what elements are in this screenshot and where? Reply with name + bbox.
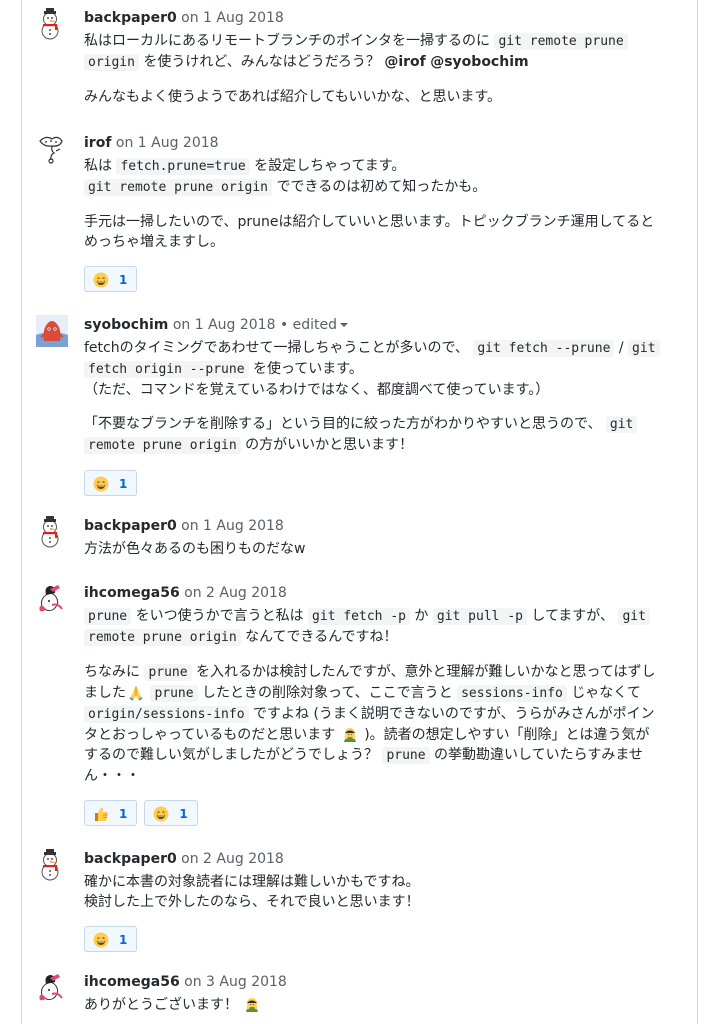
reaction-thumbs-up[interactable]: 1 bbox=[84, 800, 138, 826]
comment-author[interactable]: ihcomega56 bbox=[84, 585, 180, 601]
comment-header: ihcomega56 on 2 Aug 2018 bbox=[84, 583, 686, 603]
thumbs-up-emoji-icon bbox=[93, 806, 109, 822]
inline-code: git fetch -p bbox=[308, 608, 410, 625]
bowing-emoji-icon bbox=[342, 727, 358, 743]
comment-header: backpaper0 on 2 Aug 2018 bbox=[84, 849, 686, 869]
comment-header: backpaper0 on 1 Aug 2018 bbox=[84, 516, 686, 536]
comment-author[interactable]: backpaper0 bbox=[84, 851, 177, 867]
avatar-ihcomega56[interactable] bbox=[36, 583, 68, 615]
comment-paragraph: 手元は一掃したいので、pruneは紹介していいと思います。トピックブランチ運用し… bbox=[84, 214, 655, 250]
inline-code: remote prune origin bbox=[84, 437, 241, 454]
comment-5: ihcomega56 on 2 Aug 2018 prune をいつ使うかで言う… bbox=[36, 583, 686, 828]
comment-2: irof on 1 Aug 2018 私は fetch.prune=true を… bbox=[36, 133, 686, 294]
pray-emoji-icon bbox=[128, 685, 144, 701]
comment-paragraph: 方法が色々あるのも困りものだなw bbox=[84, 541, 306, 557]
comment-author[interactable]: irof bbox=[84, 135, 111, 151]
inline-code: origin/sessions-info bbox=[84, 706, 249, 723]
inline-code: prune bbox=[382, 747, 430, 764]
avatar-backpaper0[interactable] bbox=[36, 849, 68, 881]
comment-date[interactable]: on 1 Aug 2018 bbox=[181, 10, 284, 26]
inline-code: sessions-info bbox=[457, 685, 567, 702]
comment-date[interactable]: on 2 Aug 2018 bbox=[184, 585, 287, 601]
inline-code: git bbox=[628, 340, 660, 357]
reaction-count: 1 bbox=[119, 477, 128, 491]
reactions-bar: 1 bbox=[84, 266, 686, 294]
laugh-emoji-icon bbox=[93, 932, 109, 948]
comment-header: irof on 1 Aug 2018 bbox=[84, 133, 686, 153]
reaction-count: 1 bbox=[179, 807, 188, 821]
reaction-laugh[interactable]: 1 bbox=[84, 926, 138, 952]
comment-paragraph: prune をいつ使うかで言うと私は git fetch -p か git pu… bbox=[84, 606, 686, 648]
reaction-count: 1 bbox=[119, 807, 128, 821]
inline-code: git remote prune origin bbox=[84, 179, 273, 196]
edited-dropdown[interactable]: • edited bbox=[280, 317, 349, 333]
avatar-irof[interactable] bbox=[36, 133, 68, 165]
bowing-emoji-icon bbox=[244, 997, 260, 1013]
inline-code: git bbox=[605, 416, 638, 433]
laugh-emoji-icon bbox=[93, 272, 109, 288]
timeline-border-right bbox=[697, 0, 698, 1024]
comment-paragraph: ちなみに prune を入れるかは検討したんですが、意外と理解が難しいかなと思っ… bbox=[84, 664, 656, 784]
comment-date[interactable]: on 2 Aug 2018 bbox=[181, 851, 284, 867]
reaction-count: 1 bbox=[119, 273, 128, 287]
inline-code: git bbox=[618, 608, 650, 625]
comment-paragraph: ありがとうございます！ bbox=[84, 995, 686, 1015]
mention-syobochim[interactable]: @syobochim bbox=[430, 54, 528, 70]
comment-paragraph: fetchのタイミングであわせて一掃しちゃうことが多いので、 git fetch… bbox=[84, 338, 686, 400]
comment-3: syobochim on 1 Aug 2018 • edited fetchのタ… bbox=[36, 315, 686, 498]
comment-4: backpaper0 on 1 Aug 2018 方法が色々あるのも困りものだな… bbox=[36, 516, 686, 559]
comment-date[interactable]: on 1 Aug 2018 bbox=[116, 135, 219, 151]
comment-author[interactable]: syobochim bbox=[84, 317, 168, 333]
inline-code: prune bbox=[144, 664, 192, 681]
inline-code: origin bbox=[84, 54, 139, 71]
avatar-backpaper0[interactable] bbox=[36, 516, 68, 548]
timeline-border-left bbox=[21, 0, 22, 1024]
comment-paragraph: 私は fetch.prune=true を設定しちゃってます。 git remo… bbox=[84, 158, 487, 196]
comment-paragraph: 確かに本書の対象読者には理解は難しいかもですね。 検討した上で外したのなら、それ… bbox=[84, 874, 420, 910]
inline-code: remote prune origin bbox=[84, 629, 241, 646]
comment-6: backpaper0 on 2 Aug 2018 確かに本書の対象読者には理解は… bbox=[36, 849, 686, 954]
inline-code: git remote prune bbox=[494, 33, 628, 50]
comment-header: backpaper0 on 1 Aug 2018 bbox=[84, 8, 686, 28]
inline-code: git fetch --prune bbox=[473, 340, 615, 357]
reactions-bar: 1 1 bbox=[84, 800, 686, 828]
comment-author[interactable]: backpaper0 bbox=[84, 10, 177, 26]
reaction-laugh[interactable]: 1 bbox=[84, 470, 138, 496]
mention-irof[interactable]: @irof bbox=[384, 54, 425, 70]
comment-7: ihcomega56 on 3 Aug 2018 ありがとうございます！ bbox=[36, 972, 686, 1015]
reactions-bar: 1 bbox=[84, 470, 686, 498]
comment-author[interactable]: backpaper0 bbox=[84, 518, 177, 534]
avatar-backpaper0[interactable] bbox=[36, 8, 68, 40]
laugh-emoji-icon bbox=[93, 476, 109, 492]
comment-paragraph: 「不要なブランチを削除する」という目的に絞った方がわかりやすいと思うので、 gi… bbox=[84, 414, 686, 456]
comment-paragraph: みんなもよく使うようであれば紹介してもいいかな、と思います。 bbox=[84, 89, 502, 105]
comment-date[interactable]: on 1 Aug 2018 bbox=[181, 518, 284, 534]
comment-date[interactable]: on 3 Aug 2018 bbox=[184, 974, 287, 990]
reactions-bar: 1 bbox=[84, 926, 686, 954]
comment-author[interactable]: ihcomega56 bbox=[84, 974, 180, 990]
avatar-syobochim[interactable] bbox=[36, 315, 68, 347]
inline-code: git pull -p bbox=[432, 608, 527, 625]
avatar-ihcomega56[interactable] bbox=[36, 972, 68, 1004]
comment-header: ihcomega56 on 3 Aug 2018 bbox=[84, 972, 686, 992]
reaction-laugh[interactable]: 1 bbox=[84, 266, 138, 292]
comment-date[interactable]: on 1 Aug 2018 bbox=[173, 317, 276, 333]
comment-paragraph: 私はローカルにあるリモートブランチのポインタを一掃するのに git remote… bbox=[84, 31, 686, 73]
inline-code: prune bbox=[150, 685, 198, 702]
laugh-emoji-icon bbox=[153, 806, 169, 822]
reaction-laugh[interactable]: 1 bbox=[144, 800, 198, 826]
comment-header: syobochim on 1 Aug 2018 • edited bbox=[84, 315, 686, 335]
inline-code: prune bbox=[84, 608, 132, 625]
reaction-count: 1 bbox=[119, 933, 128, 947]
comment-1: backpaper0 on 1 Aug 2018 私はローカルにあるリモートブラ… bbox=[36, 8, 686, 107]
inline-code: fetch origin --prune bbox=[84, 361, 249, 378]
inline-code: fetch.prune=true bbox=[116, 158, 250, 175]
caret-down-icon bbox=[340, 323, 349, 327]
